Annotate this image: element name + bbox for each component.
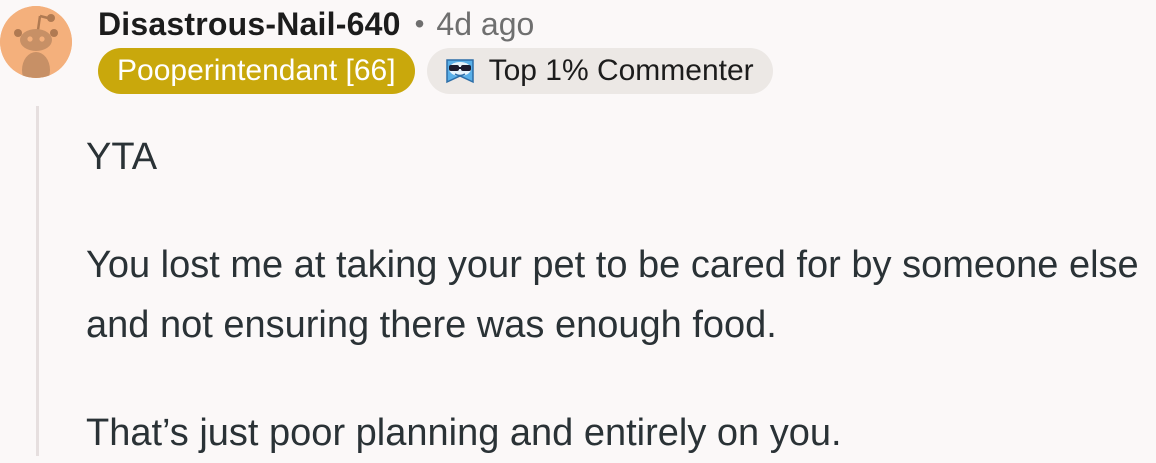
snoo-avatar-icon [0,6,72,78]
comment-paragraph: That’s just poor planning and entirely o… [86,412,842,454]
comment-paragraph: YTA [86,136,158,178]
comment-header: Disastrous-Nail-640 • 4d ago [98,2,534,46]
user-flair: Pooperintendant [66] [98,48,415,94]
top-commenter-badge[interactable]: Top 1% Commenter [426,48,773,94]
comment-timestamp[interactable]: 4d ago [436,6,534,43]
meta-separator: • [414,8,425,39]
badge-label: Top 1% Commenter [488,54,754,87]
thread-line[interactable] [36,106,39,456]
comment-paragraph: You lost me at taking your pet to be car… [86,244,1139,346]
flair-row: Pooperintendant [66] Top 1% Commenter [98,48,773,94]
username-link[interactable]: Disastrous-Nail-640 [98,6,401,43]
comment-body: YTA You lost me at taking your pet to be… [86,127,1156,463]
sunglasses-snoo-icon [443,54,477,88]
user-avatar[interactable] [0,6,72,78]
